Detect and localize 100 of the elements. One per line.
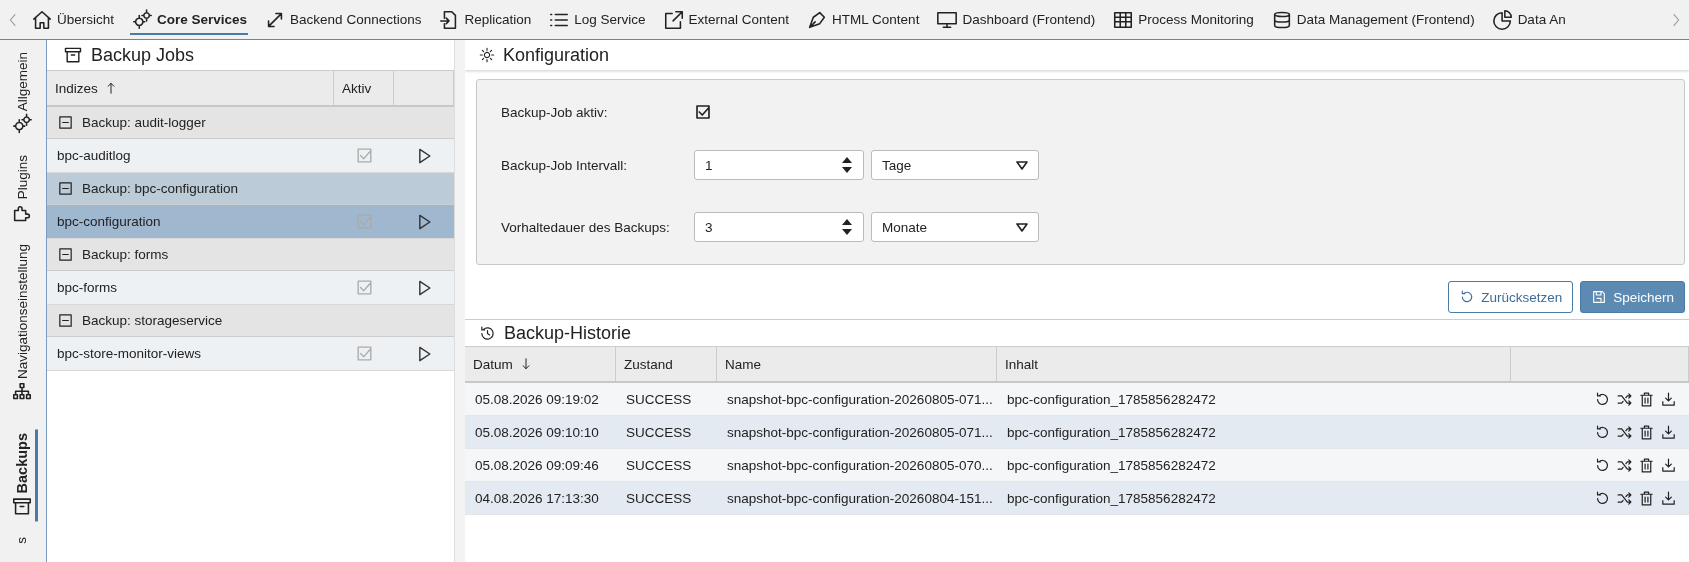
checkbox-checked-icon [354, 278, 374, 297]
download-button[interactable] [1660, 390, 1677, 408]
delete-button[interactable] [1638, 489, 1655, 507]
download-icon [1660, 390, 1677, 408]
field-label: Backup-Job aktiv: [501, 104, 609, 120]
save-icon [1591, 289, 1608, 305]
shuffle-button[interactable] [1616, 390, 1633, 408]
external-link-icon [662, 8, 685, 31]
history-icon [479, 324, 496, 342]
dropdown[interactable]: Monate [871, 212, 1039, 242]
group-row[interactable]: Backup: bpc-configuration [47, 173, 454, 205]
nav-tab[interactable]: Übersicht [30, 6, 116, 35]
column-header[interactable]: Inhalt [1005, 356, 1039, 372]
dropdown[interactable]: Tage [871, 150, 1039, 180]
delete-button[interactable] [1638, 423, 1655, 441]
collapse-icon [57, 246, 74, 263]
table-cell-text: bpc-configuration_1785856282472 [1006, 457, 1217, 473]
gears-icon [10, 113, 33, 136]
restore-button[interactable] [1594, 456, 1611, 474]
gears-icon [131, 8, 154, 31]
table-cell-text: bpc-configuration_1785856282472 [1006, 424, 1217, 440]
column-header[interactable]: Indizes [55, 80, 98, 96]
checkbox-checked-icon [354, 146, 374, 165]
side-tab[interactable]: Allgemein [8, 48, 38, 140]
spinner-icon [841, 218, 853, 236]
trash-icon [1638, 423, 1655, 441]
download-button[interactable] [1660, 489, 1677, 507]
nav-tab[interactable]: Log Service [547, 6, 647, 35]
shuffle-button[interactable] [1616, 489, 1633, 507]
undo-icon [1594, 423, 1611, 441]
download-icon [1660, 489, 1677, 507]
group-label: Backup: audit-logger [82, 115, 206, 130]
table-cell-text: snapshot-bpc-configuration-20260805-071... [726, 424, 994, 440]
nav-tab[interactable]: Replication [437, 6, 533, 35]
side-tab[interactable]: s [12, 533, 34, 548]
download-button[interactable] [1660, 456, 1677, 474]
restore-button[interactable] [1594, 423, 1611, 441]
column-header[interactable]: Datum [473, 356, 513, 372]
collapse-icon [57, 114, 74, 131]
pie-chart-icon [1491, 8, 1514, 31]
nav-tab[interactable]: External Content [661, 6, 791, 35]
side-tab[interactable]: Backups [8, 428, 38, 522]
undo-icon [1594, 456, 1611, 474]
shuffle-icon [1616, 423, 1633, 441]
column-header[interactable]: Aktiv [342, 80, 372, 96]
checkbox-checked-icon [354, 212, 374, 231]
table-cell-text: 04.08.2026 17:13:30 [474, 490, 600, 506]
download-icon [1660, 423, 1677, 441]
restore-button[interactable] [1594, 489, 1611, 507]
archive-icon [63, 45, 83, 65]
active-checkbox[interactable] [694, 103, 712, 121]
nav-tab[interactable]: Core Services [130, 6, 249, 35]
nav-tab[interactable]: Data Management (Frontend) [1269, 6, 1476, 35]
undo-icon [1594, 489, 1611, 507]
group-label: Backup: storageservice [82, 313, 223, 328]
caret-icon [1016, 222, 1028, 232]
undo-icon [1594, 390, 1611, 408]
group-row[interactable]: Backup: forms [47, 239, 454, 271]
delete-button[interactable] [1638, 456, 1655, 474]
reset-button[interactable]: Zurücksetzen [1448, 281, 1574, 313]
shuffle-icon [1616, 390, 1633, 408]
job-name: bpc-store-monitor-views [56, 346, 202, 361]
group-row[interactable]: Backup: audit-logger [47, 107, 454, 139]
job-row[interactable]: bpc-configuration [47, 205, 454, 239]
caret-icon [1016, 160, 1028, 170]
table-cell-text: 05.08.2026 09:09:46 [474, 457, 600, 473]
archive-icon [10, 495, 33, 518]
number-field[interactable]: 3 [694, 212, 864, 242]
download-button[interactable] [1660, 423, 1677, 441]
field-label: Vorhaltedauer des Backups: [501, 219, 671, 235]
nav-tab[interactable]: Backend Connections [263, 6, 423, 35]
side-tab[interactable]: Navigationseinstellung [8, 239, 38, 407]
group-row[interactable]: Backup: storageservice [47, 305, 454, 337]
job-row[interactable]: bpc-store-monitor-views [47, 337, 454, 371]
nav-tab[interactable]: Data An [1490, 6, 1567, 35]
number-field[interactable]: 1 [694, 150, 864, 180]
nav-tab[interactable]: Process Monitoring [1111, 6, 1255, 35]
collapse-icon [57, 312, 74, 329]
table-cell-text: bpc-configuration_1785856282472 [1006, 490, 1217, 506]
shuffle-button[interactable] [1616, 456, 1633, 474]
shuffle-icon [1616, 489, 1633, 507]
group-label: Backup: forms [82, 247, 169, 262]
job-row[interactable]: bpc-auditlog [47, 139, 454, 173]
shuffle-button[interactable] [1616, 423, 1633, 441]
shuffle-icon [1616, 456, 1633, 474]
delete-button[interactable] [1638, 390, 1655, 408]
job-row[interactable]: bpc-forms [47, 271, 454, 305]
side-tab[interactable]: Plugins [8, 151, 38, 228]
trash-icon [1638, 489, 1655, 507]
table-cell-text: 05.08.2026 09:19:02 [474, 391, 600, 407]
nav-tab[interactable]: Dashboard (Frontend) [935, 6, 1097, 35]
save-button[interactable]: Speichern [1580, 281, 1685, 313]
job-name: bpc-auditlog [56, 148, 131, 163]
panel-title: Backup-Historie [504, 322, 632, 344]
column-header[interactable]: Name [725, 356, 761, 372]
panel-title: Backup Jobs [91, 44, 195, 66]
table-cell-text: SUCCESS [625, 424, 693, 440]
restore-button[interactable] [1594, 390, 1611, 408]
nav-tab[interactable]: HTML Content [805, 6, 921, 35]
column-header[interactable]: Zustand [624, 356, 673, 372]
